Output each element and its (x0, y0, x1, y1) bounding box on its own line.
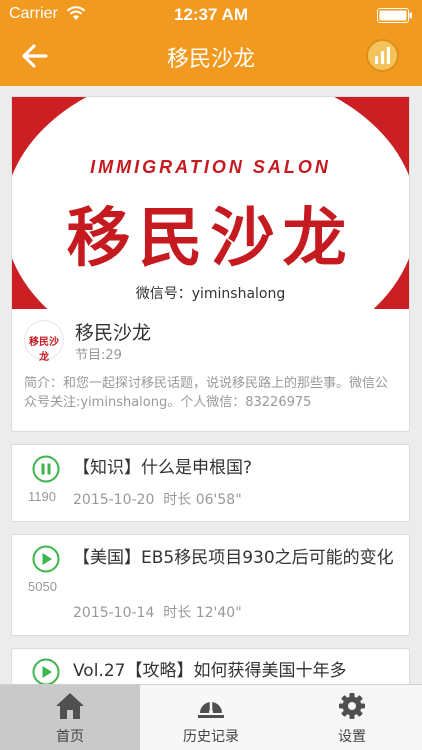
play-count: 1190 (28, 489, 56, 504)
program-description: 简介：和您一起探讨移民话题，说说移民路上的那些事。微信公众号关注:yiminsh… (24, 376, 389, 410)
tab-settings[interactable]: 设置 (282, 685, 422, 750)
episode-date: 2015-10-14 (73, 605, 155, 621)
program-banner: IMMIGRATION SALON 移民沙龙 微信号：yiminshalong (12, 97, 409, 309)
episode-duration: 时长 12'40" (163, 605, 242, 621)
tab-history[interactable]: 历史记录 (141, 685, 281, 750)
program-name: 移民沙龙 (75, 322, 152, 344)
episode-meta: 2015-10-20 时长 06'58" (73, 489, 242, 509)
history-icon (198, 701, 224, 718)
episode-item[interactable]: Vol.27【攻略】如何获得美国十年多 (11, 648, 410, 684)
play-icon[interactable] (32, 545, 60, 573)
stats-button[interactable] (366, 39, 399, 72)
program-card: IMMIGRATION SALON 移民沙龙 微信号：yiminshalong … (11, 96, 410, 432)
episode-count: 节目:29 (75, 348, 122, 363)
play-icon[interactable] (32, 658, 60, 684)
clock: 12:37 AM (173, 5, 248, 24)
tab-home[interactable]: 首页 (0, 685, 140, 750)
pause-icon[interactable] (32, 455, 60, 483)
content-area[interactable]: IMMIGRATION SALON 移民沙龙 微信号：yiminshalong … (0, 86, 422, 684)
episode-title: 【美国】EB5移民项目930之后可能的变化 (73, 548, 394, 568)
bar-chart-icon (375, 47, 390, 64)
tab-label: 设置 (338, 729, 366, 745)
program-logo: 移民沙龙 (24, 320, 64, 363)
home-icon (56, 693, 84, 719)
page-title: 移民沙龙 (166, 47, 255, 72)
tab-label: 首页 (56, 729, 84, 745)
episode-date: 2015-10-20 (73, 492, 155, 508)
episode-item[interactable]: 【知识】什么是申根国? 1190 2015-10-20 时长 06'58" (11, 444, 410, 522)
episode-duration: 时长 06'58" (163, 492, 242, 508)
app-header: Carrier 12:37 AM 移民沙龙 (0, 0, 422, 86)
tab-label: 历史记录 (183, 729, 239, 745)
banner-wechat-id: 微信号：yiminshalong (135, 286, 286, 302)
play-count: 5050 (28, 579, 57, 594)
gear-icon (339, 693, 365, 719)
program-logo-text: 移民沙龙 (29, 337, 59, 363)
banner-chinese-title: 移民沙龙 (66, 202, 355, 276)
tab-bar: 首页 历史记录 设置 (0, 684, 422, 750)
episode-item[interactable]: 【美国】EB5移民项目930之后可能的变化 5050 2015-10-14 时长… (11, 534, 410, 636)
status-bar: Carrier 12:37 AM (0, 0, 422, 30)
battery-icon (377, 8, 412, 23)
episode-meta: 2015-10-14 时长 12'40" (73, 602, 242, 622)
episode-title: 【知识】什么是申根国? (73, 458, 253, 478)
banner-english-title: IMMIGRATION SALON (90, 157, 331, 177)
episode-title: Vol.27【攻略】如何获得美国十年多 (73, 661, 347, 681)
